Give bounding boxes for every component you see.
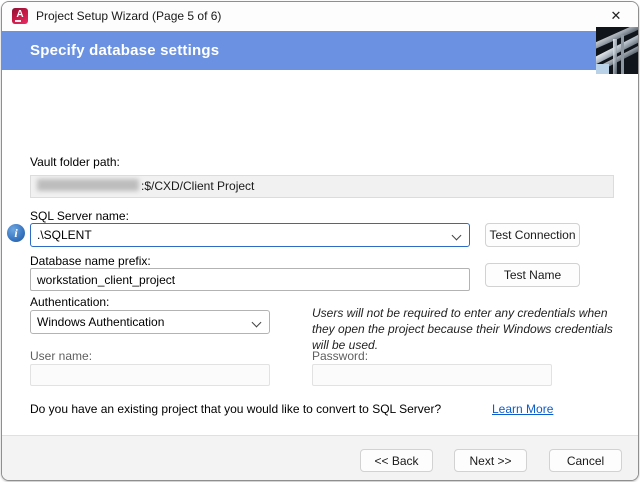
chevron-down-icon[interactable] xyxy=(252,318,262,328)
cancel-button[interactable]: Cancel xyxy=(549,449,622,472)
vault-folder-path-label: Vault folder path: xyxy=(30,155,120,169)
authentication-dropdown[interactable]: Windows Authentication xyxy=(30,310,270,334)
footer: << Back Next >> Cancel xyxy=(2,436,638,480)
test-connection-button[interactable]: Test Connection xyxy=(485,223,580,247)
password-input xyxy=(312,364,552,386)
redacted-server-name xyxy=(37,179,139,191)
titlebar: A Project Setup Wizard (Page 5 of 6) ✕ xyxy=(2,2,638,30)
vault-folder-path-field: :$/CXD/Client Project xyxy=(30,175,614,198)
authentication-note: Users will not be required to enter any … xyxy=(312,305,620,353)
sql-server-name-value: .\SQLENT xyxy=(37,228,92,242)
project-setup-wizard-window: A Project Setup Wizard (Page 5 of 6) ✕ S… xyxy=(1,1,639,481)
database-name-prefix-label: Database name prefix: xyxy=(30,254,151,268)
window-title: Project Setup Wizard (Page 5 of 6) xyxy=(36,2,221,30)
authentication-value: Windows Authentication xyxy=(37,315,164,329)
next-button[interactable]: Next >> xyxy=(454,449,527,472)
chevron-down-icon[interactable] xyxy=(452,231,462,241)
close-icon[interactable]: ✕ xyxy=(594,2,638,30)
authentication-label: Authentication: xyxy=(30,295,109,309)
header-pipes-image xyxy=(596,27,638,74)
password-label: Password: xyxy=(312,349,368,363)
info-icon: i xyxy=(7,224,25,242)
user-name-input xyxy=(30,364,270,386)
back-button[interactable]: << Back xyxy=(360,449,433,472)
vault-path-text: :$/CXD/Client Project xyxy=(141,179,254,193)
page-title: Specify database settings xyxy=(30,31,219,70)
user-name-label: User name: xyxy=(30,349,92,363)
header-band: Specify database settings xyxy=(2,31,638,70)
learn-more-link[interactable]: Learn More xyxy=(492,402,553,416)
test-name-button[interactable]: Test Name xyxy=(485,263,580,287)
database-name-prefix-input[interactable] xyxy=(30,268,470,291)
sql-server-name-combobox[interactable]: .\SQLENT xyxy=(30,223,470,247)
sql-server-name-label: SQL Server name: xyxy=(30,209,129,223)
autocad-app-icon: A xyxy=(12,8,28,24)
convert-question-text: Do you have an existing project that you… xyxy=(30,402,441,416)
